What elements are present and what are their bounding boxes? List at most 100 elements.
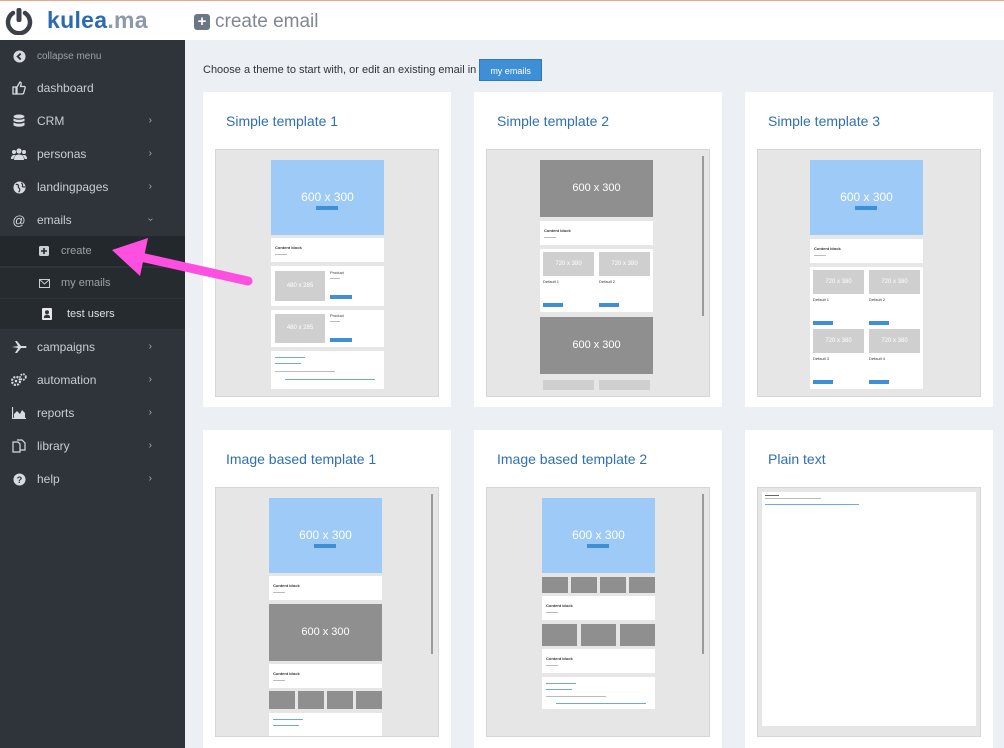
template-preview[interactable] <box>757 487 981 737</box>
power-logo-icon <box>5 8 33 35</box>
sidebar-item-dashboard[interactable]: dashboard <box>0 72 185 104</box>
top-bar: kulea.ma + create email <box>0 0 1004 41</box>
chevron-right-icon: › <box>148 148 152 159</box>
preview-hero: 600 x 300 <box>269 498 382 573</box>
sidebar-item-automation[interactable]: automation › <box>0 364 185 396</box>
template-card[interactable]: Simple template 3 600 x 300 Content bloc… <box>745 92 993 407</box>
template-preview[interactable]: 600 x 300 Content block 720 x 380 720 x … <box>757 149 981 397</box>
chevron-right-icon: › <box>148 407 152 418</box>
preview-product-block: 480 x 285 Product <box>271 310 384 347</box>
template-preview[interactable]: 600 x 300 Content block 600 x 300 Conten… <box>215 487 439 737</box>
sidebar-sublabel: test users <box>67 308 115 320</box>
svg-text:?: ? <box>16 474 22 484</box>
plane-icon <box>11 339 27 355</box>
template-preview[interactable]: 600 x 300 Content block Content block <box>486 487 710 737</box>
cogs-icon <box>11 372 27 388</box>
chevron-right-icon: › <box>148 374 152 385</box>
envelope-icon <box>37 276 51 290</box>
sidebar-label: automation <box>37 373 97 387</box>
preview-content-block: Content block <box>269 576 382 600</box>
template-card[interactable]: Simple template 2 600 x 300 Content bloc… <box>474 92 722 407</box>
database-icon <box>11 113 27 129</box>
chevron-right-icon: › <box>148 440 152 451</box>
chevron-right-icon: › <box>148 181 152 192</box>
template-preview[interactable]: 600 x 300 Content block 720 x 380 720 x … <box>486 149 710 397</box>
preview-product-block: 480 x 285 Product <box>271 266 384 306</box>
sidebar-item-help[interactable]: ? help › <box>0 463 185 495</box>
collapse-label: collapse menu <box>37 50 102 62</box>
logo-text: kulea.ma <box>47 7 148 33</box>
sidebar-item-crm[interactable]: CRM › <box>0 105 185 137</box>
sidebar-item-campaigns[interactable]: campaigns › <box>0 331 185 363</box>
annotation-arrow-icon <box>112 238 253 286</box>
sidebar-label: emails <box>37 213 72 227</box>
preview-content-block: Content block <box>271 238 384 262</box>
preview-content-block: Content block <box>269 664 382 688</box>
sidebar-label: landingpages <box>37 180 109 194</box>
preview-grid: 720 x 380 720 x 380 Default 1 Default 2 … <box>810 267 923 389</box>
preview-button <box>855 206 877 210</box>
sidebar-sublabel: create <box>61 245 92 257</box>
chevron-down-icon: › <box>144 217 156 222</box>
template-title[interactable]: Image based template 2 <box>497 451 647 467</box>
preview-button <box>316 206 338 210</box>
template-title[interactable]: Simple template 2 <box>497 113 609 129</box>
intro-text: Choose a theme to start with, or edit an… <box>203 64 477 76</box>
globe-icon <box>11 179 27 195</box>
sidebar-item-landingpages[interactable]: landingpages › <box>0 171 185 203</box>
preview-hero: 600 x 300 <box>540 317 653 374</box>
sidebar-label: CRM <box>37 114 65 128</box>
chevron-right-icon: › <box>148 115 152 126</box>
preview-button <box>587 544 609 548</box>
sidebar-sublabel: my emails <box>61 277 111 289</box>
preview-content-block: Content block <box>540 221 653 245</box>
template-title[interactable]: Simple template 3 <box>768 113 880 129</box>
sidebar-label: dashboard <box>37 81 94 95</box>
user-icon <box>40 307 54 321</box>
template-card[interactable]: Image based template 2 600 x 300 Content… <box>474 430 722 748</box>
area-chart-icon <box>11 405 27 421</box>
preview-content-block: Content block <box>542 649 655 673</box>
preview-hero: 600 x 300 <box>810 160 923 235</box>
question-icon: ? <box>11 471 27 487</box>
preview-button <box>314 544 336 548</box>
preview-content-block: Content block <box>542 596 655 620</box>
preview-footer <box>269 713 382 736</box>
collapse-menu[interactable]: collapse menu <box>0 40 185 72</box>
preview-hero: 600 x 300 <box>269 604 382 661</box>
intro-row: Choose a theme to start with, or edit an… <box>203 59 542 81</box>
preview-footer <box>271 351 384 389</box>
preview-plain-text <box>762 492 976 726</box>
files-icon <box>11 438 27 454</box>
thumbs-up-icon <box>11 80 27 96</box>
plus-square-icon: + <box>194 14 210 30</box>
at-icon: @ <box>12 212 26 228</box>
my-emails-button[interactable]: my emails <box>479 59 542 81</box>
sidebar-label: personas <box>37 147 87 161</box>
logo[interactable]: kulea.ma <box>0 1 185 41</box>
sidebar-item-personas[interactable]: personas › <box>0 138 185 170</box>
preview-content-block: Content block <box>810 239 923 263</box>
chevron-right-icon: › <box>148 341 152 352</box>
sidebar-label: help <box>37 472 60 486</box>
template-card[interactable]: Plain text <box>745 430 993 748</box>
template-title[interactable]: Image based template 1 <box>226 451 376 467</box>
sidebar-item-emails[interactable]: @ emails › <box>0 204 185 236</box>
chevron-right-icon: › <box>148 473 152 484</box>
users-icon <box>11 146 27 162</box>
sidebar: collapse menu dashboard CRM › personas ›… <box>0 40 185 748</box>
page-title: + create email <box>194 11 319 33</box>
preview-hero: 600 x 300 <box>540 160 653 217</box>
sidebar-label: library <box>37 439 70 453</box>
template-card[interactable]: Image based template 1 600 x 300 Content… <box>203 430 451 748</box>
sidebar-label: reports <box>37 406 75 420</box>
chevron-circle-left-icon <box>11 48 27 64</box>
sidebar-item-reports[interactable]: reports › <box>0 397 185 429</box>
sidebar-subitem-test-users[interactable]: test users <box>0 299 185 329</box>
preview-footer <box>542 677 655 709</box>
sidebar-item-library[interactable]: library › <box>0 430 185 462</box>
template-title[interactable]: Plain text <box>768 451 826 467</box>
template-title[interactable]: Simple template 1 <box>226 113 338 129</box>
plus-square-icon <box>37 244 51 258</box>
preview-two-column: 720 x 380 720 x 380 Default 1 Default 2 <box>540 249 653 312</box>
